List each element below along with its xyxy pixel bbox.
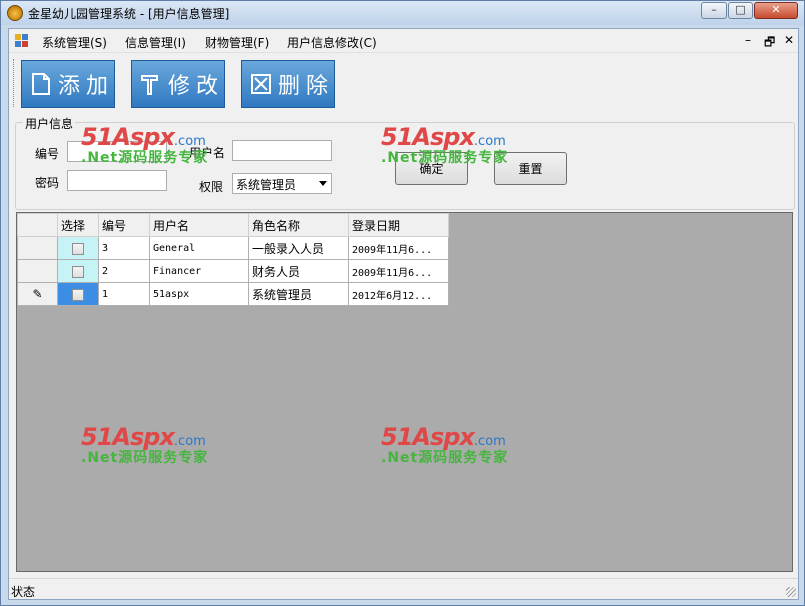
row-checkbox[interactable] [72, 242, 84, 255]
cell-login-date[interactable]: 2012年6月12... [348, 282, 449, 306]
cell-id[interactable]: 3 [98, 236, 150, 260]
document-icon [30, 71, 52, 97]
app-icon [7, 5, 23, 21]
id-label: 编号 [35, 147, 60, 161]
username-label: 用户名 [189, 146, 226, 160]
app-window: 金星幼儿园管理系统 - [用户信息管理] – □ ✕ 系统管理(S) 信息管理(… [0, 0, 805, 606]
delete-label: 删除 [278, 74, 335, 99]
user-grid[interactable]: 选择 编号 用户名 角色名称 登录日期 3 General 一般录入人员 200… [16, 212, 793, 572]
mdi-restore-button[interactable]: 🗗 [764, 33, 775, 54]
add-label: 添加 [58, 74, 115, 99]
add-button[interactable]: 添加 [21, 60, 115, 108]
menu-system[interactable]: 系统管理(S) [42, 34, 107, 51]
cell-role[interactable]: 财务人员 [248, 259, 349, 283]
title-bar[interactable]: 金星幼儿园管理系统 - [用户信息管理] – □ ✕ [1, 1, 804, 25]
cell-username[interactable]: Financer [149, 259, 249, 283]
edit-label: 修改 [168, 74, 225, 99]
minimize-button[interactable]: – [701, 2, 727, 19]
select-cell[interactable] [57, 259, 99, 283]
cell-role[interactable]: 一般录入人员 [248, 236, 349, 260]
cell-login-date[interactable]: 2009年11月6... [348, 236, 449, 260]
column-header-login-date[interactable]: 登录日期 [348, 213, 449, 237]
select-cell[interactable] [57, 236, 99, 260]
id-input[interactable] [67, 141, 167, 162]
permission-value: 系统管理员 [236, 178, 297, 192]
permission-label: 权限 [199, 180, 224, 194]
column-header-id[interactable]: 编号 [98, 213, 150, 237]
toolbar-grip[interactable] [13, 59, 16, 107]
window-title: 金星幼儿园管理系统 - [用户信息管理] [28, 7, 230, 21]
resize-grip[interactable] [786, 587, 796, 597]
table-header-row: 选择 编号 用户名 角色名称 登录日期 [17, 213, 449, 237]
cell-id[interactable]: 1 [98, 282, 150, 306]
menu-user-modify[interactable]: 用户信息修改(C) [287, 34, 377, 51]
password-label: 密码 [35, 176, 60, 190]
confirm-button[interactable]: 确定 [395, 152, 468, 185]
permission-select[interactable]: 系统管理员 [232, 173, 332, 194]
column-header-role[interactable]: 角色名称 [248, 213, 349, 237]
row-header[interactable]: ✎ [17, 282, 58, 306]
column-header-select[interactable]: 选择 [57, 213, 99, 237]
delete-button[interactable]: 删除 [241, 60, 335, 108]
row-header-corner[interactable] [17, 213, 58, 237]
status-bar: 状态 [9, 578, 798, 599]
cell-role[interactable]: 系统管理员 [248, 282, 349, 306]
select-cell[interactable] [57, 282, 99, 306]
cell-username[interactable]: 51aspx [149, 282, 249, 306]
menu-bar: 系统管理(S) 信息管理(I) 财物管理(F) 用户信息修改(C) – 🗗 ✕ [9, 29, 798, 53]
chevron-down-icon [319, 181, 327, 186]
hammer-icon [140, 71, 162, 97]
column-header-username[interactable]: 用户名 [149, 213, 249, 237]
menu-info[interactable]: 信息管理(I) [125, 34, 186, 51]
row-checkbox[interactable] [72, 288, 84, 301]
table-row[interactable]: ✎ 1 51aspx 系统管理员 2012年6月12... [17, 282, 449, 306]
username-input[interactable] [232, 140, 332, 161]
row-header[interactable] [17, 236, 58, 260]
edit-button[interactable]: 修改 [131, 60, 225, 108]
user-info-group-title: 用户信息 [23, 115, 76, 132]
row-checkbox[interactable] [72, 265, 84, 278]
mdi-minimize-button[interactable]: – [745, 33, 751, 47]
toolbar: 添加 修改 删除 [9, 54, 798, 112]
delete-box-icon [250, 71, 272, 97]
row-header[interactable] [17, 259, 58, 283]
user-table: 选择 编号 用户名 角色名称 登录日期 3 General 一般录入人员 200… [17, 213, 449, 306]
mdi-client: 系统管理(S) 信息管理(I) 财物管理(F) 用户信息修改(C) – 🗗 ✕ … [8, 28, 799, 600]
cell-login-date[interactable]: 2009年11月6... [348, 259, 449, 283]
status-label: 状态 [11, 585, 36, 599]
table-row[interactable]: 2 Financer 财务人员 2009年11月6... [17, 259, 449, 283]
table-row[interactable]: 3 General 一般录入人员 2009年11月6... [17, 236, 449, 260]
cell-id[interactable]: 2 [98, 259, 150, 283]
pencil-icon: ✎ [32, 287, 43, 301]
child-window-icon[interactable] [15, 34, 29, 48]
menu-finance[interactable]: 财物管理(F) [205, 34, 269, 51]
maximize-button[interactable]: □ [728, 2, 753, 19]
close-button[interactable]: ✕ [754, 2, 798, 19]
mdi-close-button[interactable]: ✕ [784, 33, 794, 47]
reset-button[interactable]: 重置 [494, 152, 567, 185]
cell-username[interactable]: General [149, 236, 249, 260]
password-input[interactable] [67, 170, 167, 191]
